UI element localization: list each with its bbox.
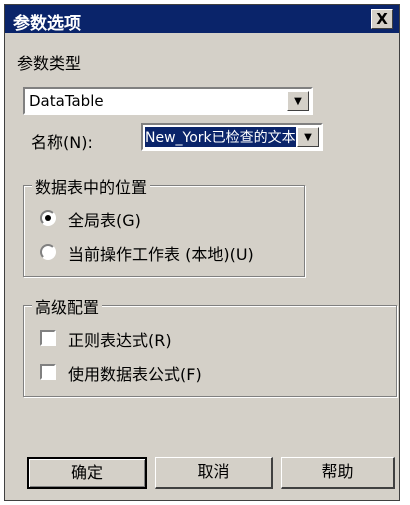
formula-checkbox[interactable]	[40, 364, 56, 380]
title-bar: 参数选项 X	[5, 5, 399, 34]
radio-selected-indicator	[45, 215, 51, 221]
chevron-down-icon[interactable]: ▼	[297, 127, 319, 147]
window-title: 参数选项	[13, 14, 81, 34]
regex-checkbox[interactable]	[40, 330, 56, 346]
parameter-options-dialog: 参数选项 X 参数类型 DataTable ▼ 名称(N): New_York已…	[4, 4, 400, 501]
name-label: 名称(N):	[31, 133, 93, 152]
chevron-down-icon[interactable]: ▼	[287, 91, 309, 111]
formula-label[interactable]: 使用数据表公式(F)	[68, 361, 202, 385]
location-group: 数据表中的位置 全局表(G) 当前操作工作表 (本地)(U)	[23, 174, 305, 277]
advanced-group-title: 高级配置	[32, 294, 103, 318]
advanced-group: 高级配置 正则表达式(R) 使用数据表公式(F)	[23, 294, 397, 397]
global-table-radio[interactable]	[40, 210, 56, 226]
ok-button[interactable]: 确定	[27, 457, 147, 489]
location-group-title: 数据表中的位置	[32, 174, 151, 198]
param-type-label: 参数类型	[17, 54, 82, 73]
cancel-button[interactable]: 取消	[155, 457, 273, 489]
name-value[interactable]: New_York已检查的文本	[145, 127, 296, 147]
name-combo[interactable]: New_York已检查的文本 ▼	[141, 123, 323, 151]
param-type-value: DataTable	[29, 92, 104, 110]
param-type-select[interactable]: DataTable ▼	[23, 87, 313, 115]
close-button[interactable]: X	[371, 9, 393, 29]
local-sheet-radio[interactable]	[40, 244, 56, 260]
regex-label[interactable]: 正则表达式(R)	[68, 327, 172, 351]
global-table-label[interactable]: 全局表(G)	[68, 207, 141, 231]
help-button[interactable]: 帮助	[281, 457, 395, 489]
local-sheet-label[interactable]: 当前操作工作表 (本地)(U)	[68, 241, 254, 265]
